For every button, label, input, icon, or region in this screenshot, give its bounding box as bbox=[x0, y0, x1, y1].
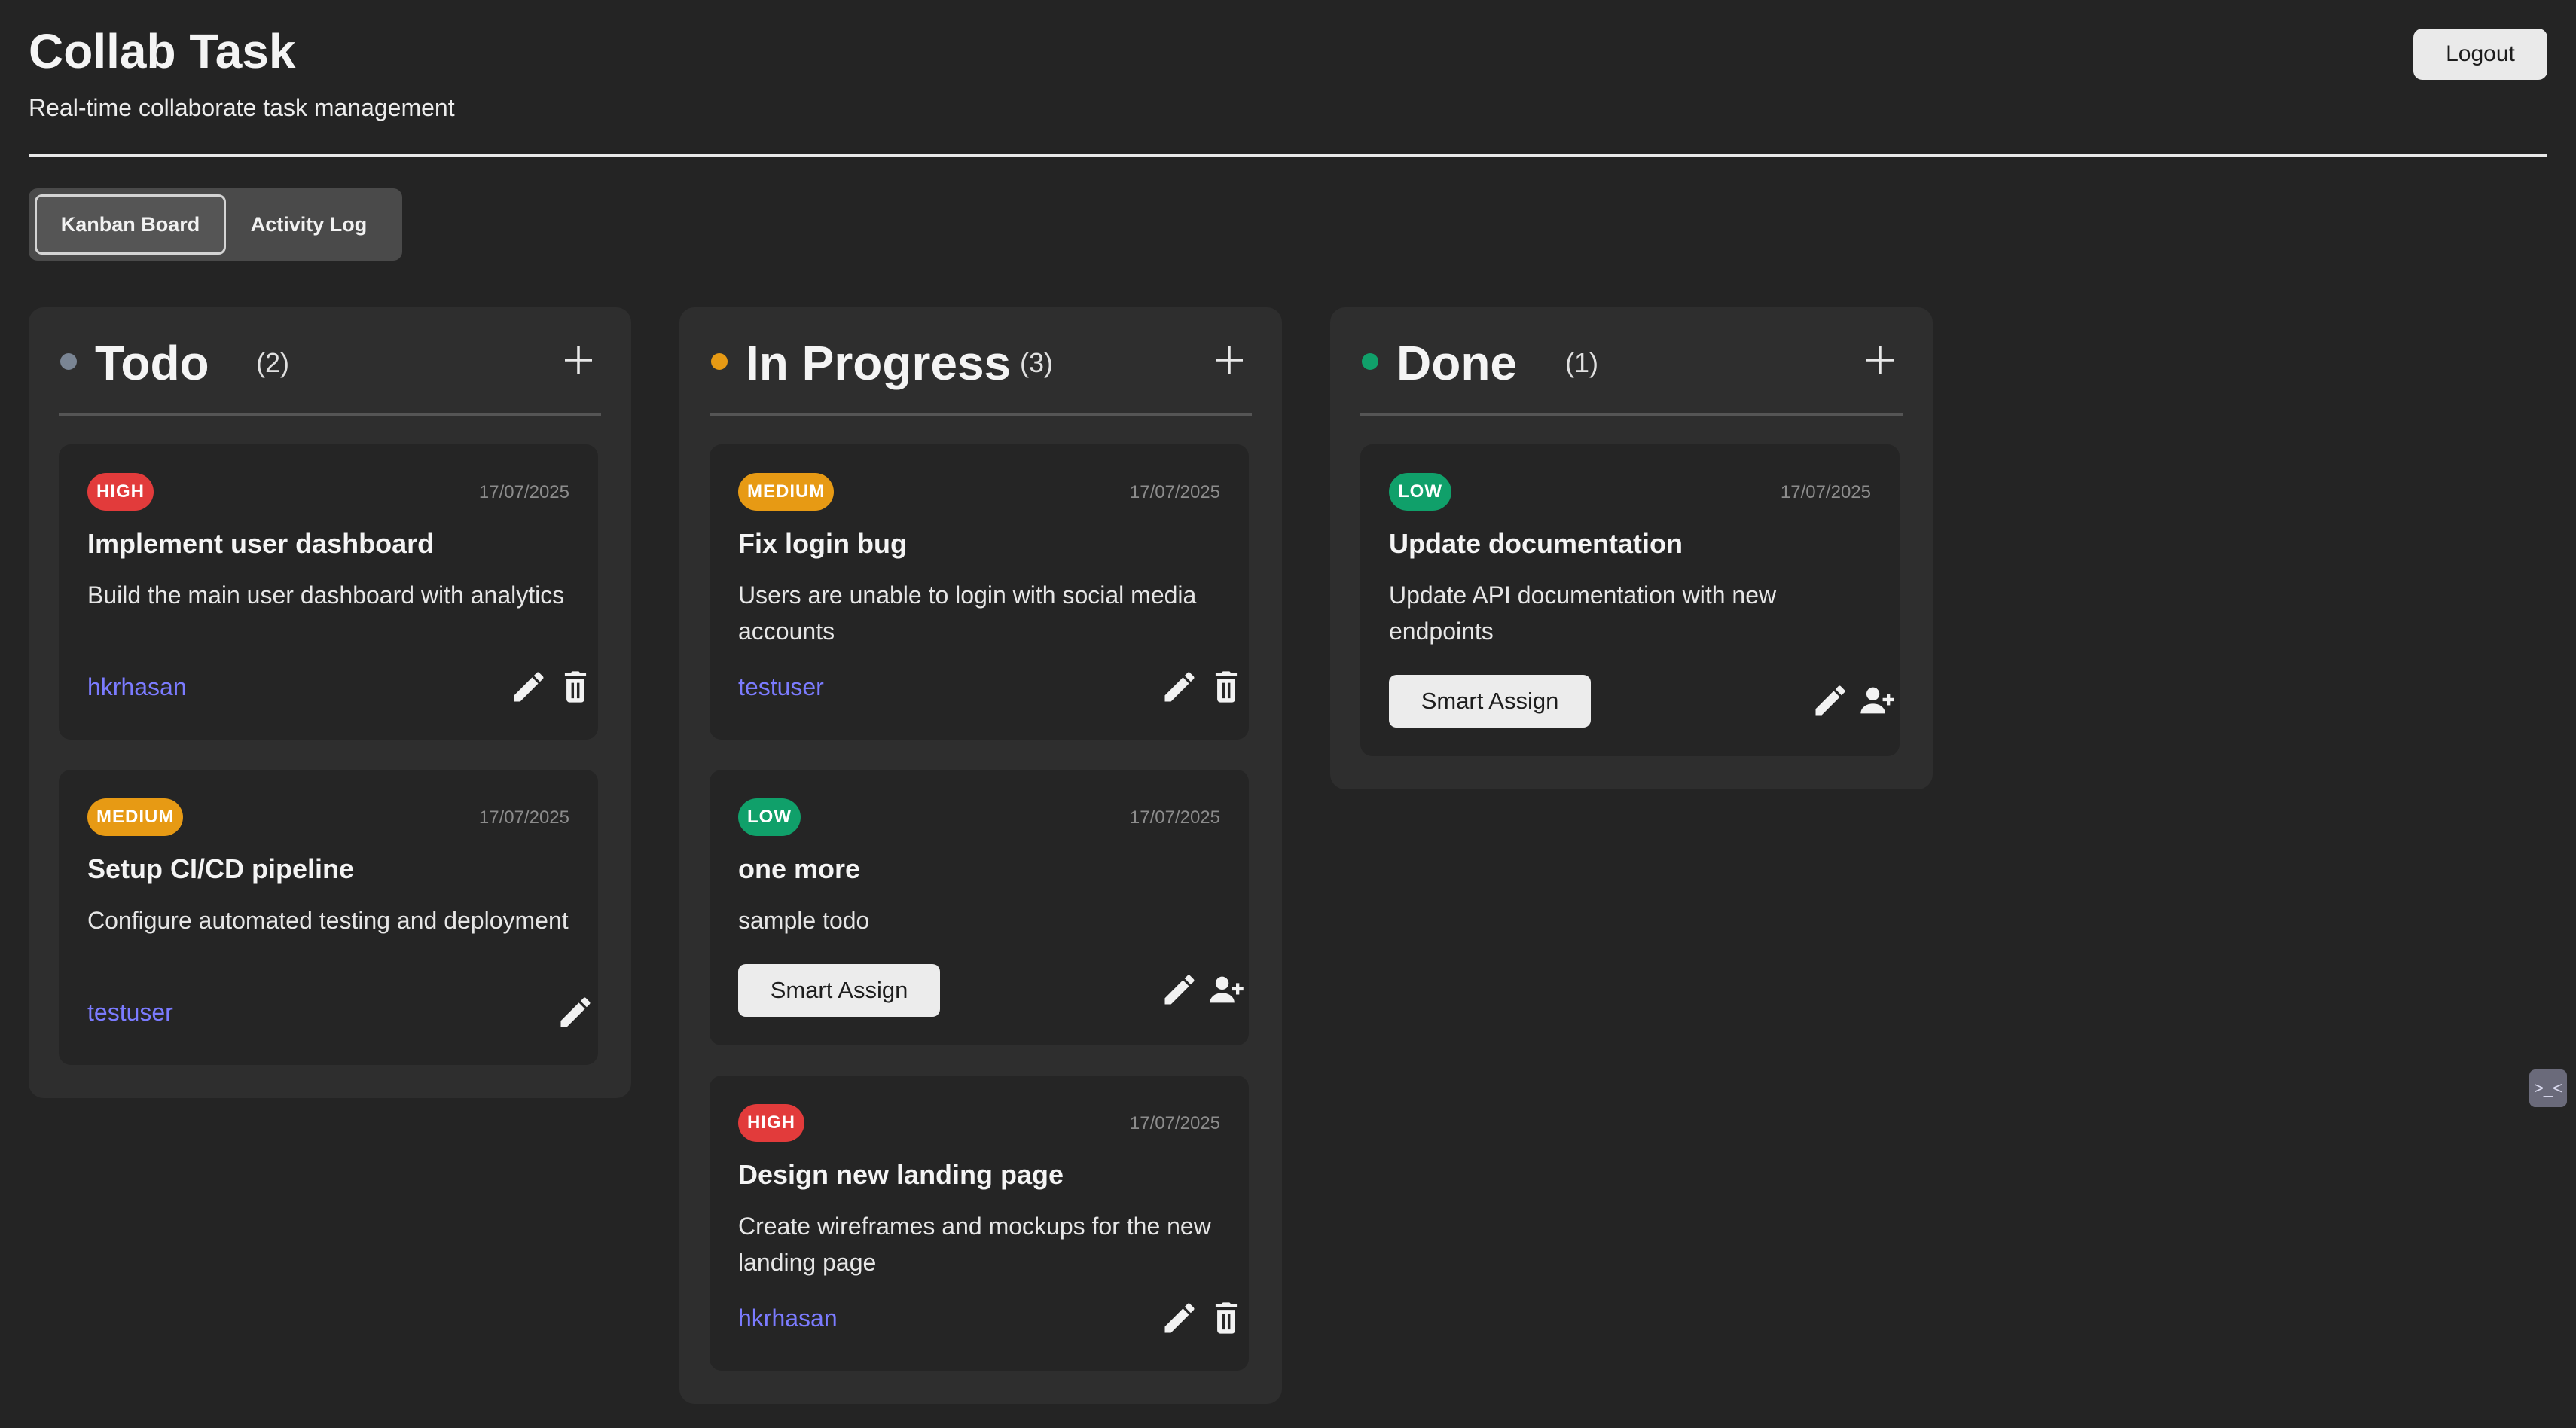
pencil-icon[interactable] bbox=[1811, 681, 1850, 720]
card-title: Update documentation bbox=[1389, 528, 1683, 559]
column-title: In Progress bbox=[746, 336, 1012, 390]
priority-badge: MEDIUM bbox=[87, 798, 184, 836]
card-description: Create wireframes and mockups for the ne… bbox=[738, 1213, 1211, 1276]
card-title: Setup CI/CD pipeline bbox=[87, 853, 355, 884]
pencil-icon[interactable] bbox=[1160, 1298, 1199, 1338]
smart-assign-button[interactable]: Smart Assign bbox=[738, 964, 940, 1017]
card-date: 17/07/2025 bbox=[1129, 1113, 1220, 1134]
trash-icon[interactable] bbox=[556, 667, 595, 706]
header-divider bbox=[29, 154, 2547, 157]
tab-kanban-board[interactable]: Kanban Board bbox=[35, 194, 226, 255]
column-todo: Todo (2) HIGH 17/07/2025 Implement user … bbox=[29, 307, 631, 1098]
tab-activity-log[interactable]: Activity Log bbox=[226, 194, 392, 255]
card-date: 17/07/2025 bbox=[478, 482, 569, 502]
card-title: Fix login bug bbox=[738, 528, 907, 559]
header: Collab Task Real-time collaborate task m… bbox=[29, 23, 2547, 122]
status-dot bbox=[711, 353, 728, 370]
column-count: (2) bbox=[256, 347, 289, 378]
card-description: sample todo bbox=[738, 907, 870, 934]
column-count: (3) bbox=[1020, 347, 1053, 378]
task-card[interactable]: HIGH 17/07/2025 Implement user dashboard… bbox=[59, 444, 598, 740]
task-card[interactable]: LOW 17/07/2025 Update documentation Upda… bbox=[1360, 444, 1900, 756]
column-title: Todo bbox=[95, 336, 209, 390]
task-card[interactable]: MEDIUM 17/07/2025 Fix login bug Users ar… bbox=[710, 444, 1249, 740]
trash-icon[interactable] bbox=[1207, 1298, 1246, 1338]
card-description: Build the main user dashboard with analy… bbox=[87, 581, 565, 609]
smart-assign-button[interactable]: Smart Assign bbox=[1389, 675, 1591, 728]
plus-icon[interactable] bbox=[1857, 337, 1903, 383]
assignee-name[interactable]: hkrhasan bbox=[738, 1303, 838, 1333]
logout-button[interactable]: Logout bbox=[2413, 29, 2547, 80]
column-done: Done (1) LOW 17/07/2025 Update documenta… bbox=[1330, 307, 1933, 789]
add-user-icon[interactable] bbox=[1857, 681, 1897, 720]
assignee-name[interactable]: hkrhasan bbox=[87, 672, 187, 702]
task-card[interactable]: HIGH 17/07/2025 Design new landing page … bbox=[710, 1076, 1249, 1371]
status-dot bbox=[60, 353, 77, 370]
column-header: Done (1) bbox=[1360, 307, 1903, 416]
column-in-progress: In Progress (3) MEDIUM 17/07/2025 Fix lo… bbox=[679, 307, 1282, 1404]
priority-badge: HIGH bbox=[738, 1104, 804, 1142]
task-card[interactable]: LOW 17/07/2025 one more sample todo Smar… bbox=[710, 770, 1249, 1045]
pencil-icon[interactable] bbox=[556, 993, 595, 1032]
extension-icon[interactable]: >_< bbox=[2529, 1069, 2567, 1107]
priority-badge: LOW bbox=[738, 798, 801, 836]
plus-icon[interactable] bbox=[1207, 337, 1252, 383]
card-description: Configure automated testing and deployme… bbox=[87, 907, 569, 934]
status-dot bbox=[1362, 353, 1378, 370]
card-description: Users are unable to login with social me… bbox=[738, 581, 1197, 645]
task-card[interactable]: MEDIUM 17/07/2025 Setup CI/CD pipeline C… bbox=[59, 770, 598, 1065]
card-date: 17/07/2025 bbox=[1129, 482, 1220, 502]
trash-icon[interactable] bbox=[1207, 667, 1246, 706]
priority-badge: MEDIUM bbox=[738, 473, 835, 511]
card-date: 17/07/2025 bbox=[478, 807, 569, 828]
pencil-icon[interactable] bbox=[509, 667, 548, 706]
card-date: 17/07/2025 bbox=[1129, 807, 1220, 828]
priority-badge: HIGH bbox=[87, 473, 154, 511]
column-header: Todo (2) bbox=[59, 307, 601, 416]
plus-icon[interactable] bbox=[556, 337, 601, 383]
priority-badge: LOW bbox=[1389, 473, 1451, 511]
assignee-name[interactable]: testuser bbox=[87, 997, 173, 1027]
card-title: one more bbox=[738, 853, 861, 884]
assignee-name[interactable]: testuser bbox=[738, 672, 824, 702]
view-tabs: Kanban Board Activity Log bbox=[29, 188, 402, 261]
app: Collab Task Real-time collaborate task m… bbox=[0, 0, 2576, 1428]
column-header: In Progress (3) bbox=[710, 307, 1252, 416]
app-subtitle: Real-time collaborate task management bbox=[29, 94, 455, 121]
card-title: Implement user dashboard bbox=[87, 528, 435, 559]
app-title: Collab Task bbox=[29, 24, 296, 78]
add-user-icon[interactable] bbox=[1207, 970, 1246, 1009]
card-title: Design new landing page bbox=[738, 1159, 1064, 1190]
card-description: Update API documentation with new endpoi… bbox=[1389, 581, 1777, 645]
card-date: 17/07/2025 bbox=[1780, 482, 1871, 502]
column-count: (1) bbox=[1565, 347, 1598, 378]
pencil-icon[interactable] bbox=[1160, 970, 1199, 1009]
column-title: Done bbox=[1396, 336, 1517, 390]
pencil-icon[interactable] bbox=[1160, 667, 1199, 706]
